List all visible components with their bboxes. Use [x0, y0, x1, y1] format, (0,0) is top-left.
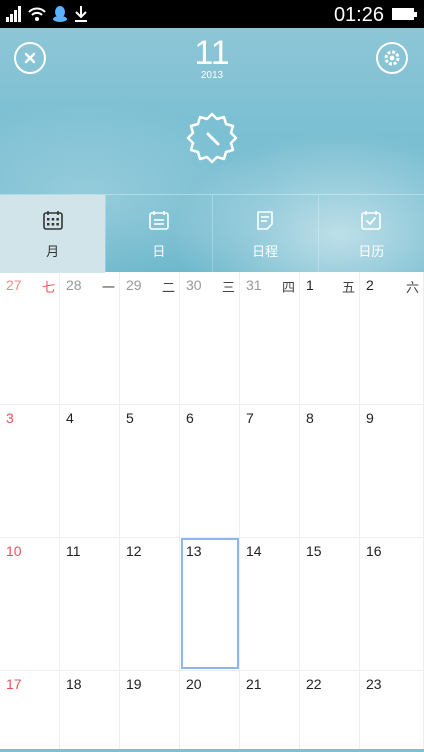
tab-calendar[interactable]: 日历: [317, 195, 424, 273]
day-cell[interactable]: 27 七: [0, 272, 60, 405]
day-number: 4: [66, 410, 74, 426]
day-cell[interactable]: 17: [0, 671, 60, 750]
day-cell[interactable]: 22: [300, 671, 360, 750]
day-cell[interactable]: 20: [180, 671, 240, 750]
download-icon: [75, 6, 87, 22]
view-tabs: 月 日 日程 日历: [0, 194, 424, 273]
day-cell[interactable]: 1五: [300, 272, 360, 405]
day-number: 16: [366, 543, 382, 559]
wifi-icon: [28, 7, 46, 21]
header: 11 2013 月 日 日程 日历: [0, 28, 424, 273]
day-cell[interactable]: 12: [120, 538, 180, 671]
day-cell[interactable]: 18: [60, 671, 120, 750]
day-number: 2: [366, 277, 374, 293]
tab-day-label: 日: [152, 244, 166, 259]
day-number: 15: [306, 543, 322, 559]
day-number: 22: [306, 676, 322, 692]
weekday-label: 二: [161, 280, 175, 295]
current-year: 2013: [200, 70, 224, 81]
weekday-label: 五: [341, 280, 355, 295]
day-cell[interactable]: 11: [60, 538, 120, 671]
day-number: 28: [66, 277, 82, 293]
day-cell[interactable]: 19: [120, 671, 180, 750]
day-number: 1: [306, 277, 314, 293]
tab-calendar-label: 日历: [358, 244, 385, 259]
sun-icon: [186, 112, 238, 164]
day-cell[interactable]: 2六: [360, 272, 424, 405]
tab-month-label: 月: [46, 244, 60, 259]
tab-day[interactable]: 日: [105, 195, 211, 273]
day-number: 10: [6, 543, 22, 559]
day-number: 29: [126, 277, 142, 293]
schedule-icon: [257, 211, 273, 230]
tab-schedule-label: 日程: [252, 244, 279, 259]
day-cell[interactable]: 10: [0, 538, 60, 671]
day-cell[interactable]: 23: [360, 671, 424, 750]
day-number: 12: [126, 543, 142, 559]
day-cell[interactable]: 9: [360, 405, 424, 538]
day-cell[interactable]: 5: [120, 405, 180, 538]
status-bar: 01:26: [0, 0, 424, 28]
weekday-label: 六: [405, 280, 419, 295]
day-number: 27: [6, 277, 22, 293]
day-number: 21: [246, 676, 262, 692]
day-cell[interactable]: 15: [300, 538, 360, 671]
day-number: 6: [186, 410, 194, 426]
day-number: 23: [366, 676, 382, 692]
tab-month[interactable]: 月: [0, 195, 106, 273]
day-number: 20: [186, 676, 202, 692]
day-cell[interactable]: 3: [0, 405, 60, 538]
selected-day-highlight: [181, 538, 239, 669]
current-day: 11: [194, 34, 230, 72]
day-number: 18: [66, 676, 82, 692]
calendar-month-icon: [42, 211, 63, 230]
day-cell[interactable]: 16: [360, 538, 424, 671]
day-cell[interactable]: 31 四: [240, 272, 300, 405]
day-number: 5: [126, 410, 134, 426]
weekday-label: 七: [41, 280, 55, 295]
day-cell[interactable]: 8: [300, 405, 360, 538]
day-number: 3: [6, 410, 14, 426]
calendar-check-icon: [361, 211, 382, 230]
settings-button[interactable]: [376, 42, 408, 74]
month-grid: 27 七 28 一 29 二 30 三 31 四 1 五 2 六 3 4 5 6 7 8 9 10 11 12 13 14 15 16…: [0, 272, 424, 750]
day-number: 9: [366, 410, 374, 426]
signal-icon: [6, 6, 21, 22]
day-number: 30: [186, 277, 202, 293]
day-number: 17: [6, 676, 22, 692]
day-cell[interactable]: 7: [240, 405, 300, 538]
day-number: 19: [126, 676, 142, 692]
qq-icon: [53, 6, 67, 22]
day-cell[interactable]: 6: [180, 405, 240, 538]
weekday-label: 四: [281, 280, 295, 295]
day-number: 11: [66, 543, 81, 559]
clock: 01:26: [333, 4, 384, 26]
day-cell[interactable]: 4: [60, 405, 120, 538]
weekday-label: 三: [221, 280, 235, 295]
battery-icon: [392, 8, 417, 20]
day-number: 31: [246, 277, 262, 293]
day-number: 14: [246, 543, 262, 559]
tab-schedule[interactable]: 日程: [211, 195, 318, 273]
day-cell[interactable]: 29 二: [120, 272, 180, 405]
day-cell[interactable]: 30 三: [180, 272, 240, 405]
day-number: 8: [306, 410, 314, 426]
gear-icon: [384, 50, 400, 66]
day-cell[interactable]: 28 一: [60, 272, 120, 405]
day-cell[interactable]: 14: [240, 538, 300, 671]
day-number: 7: [246, 410, 254, 426]
day-cell[interactable]: 21: [240, 671, 300, 750]
calendar-day-icon: [149, 211, 169, 230]
weekday-label: 一: [101, 280, 115, 295]
